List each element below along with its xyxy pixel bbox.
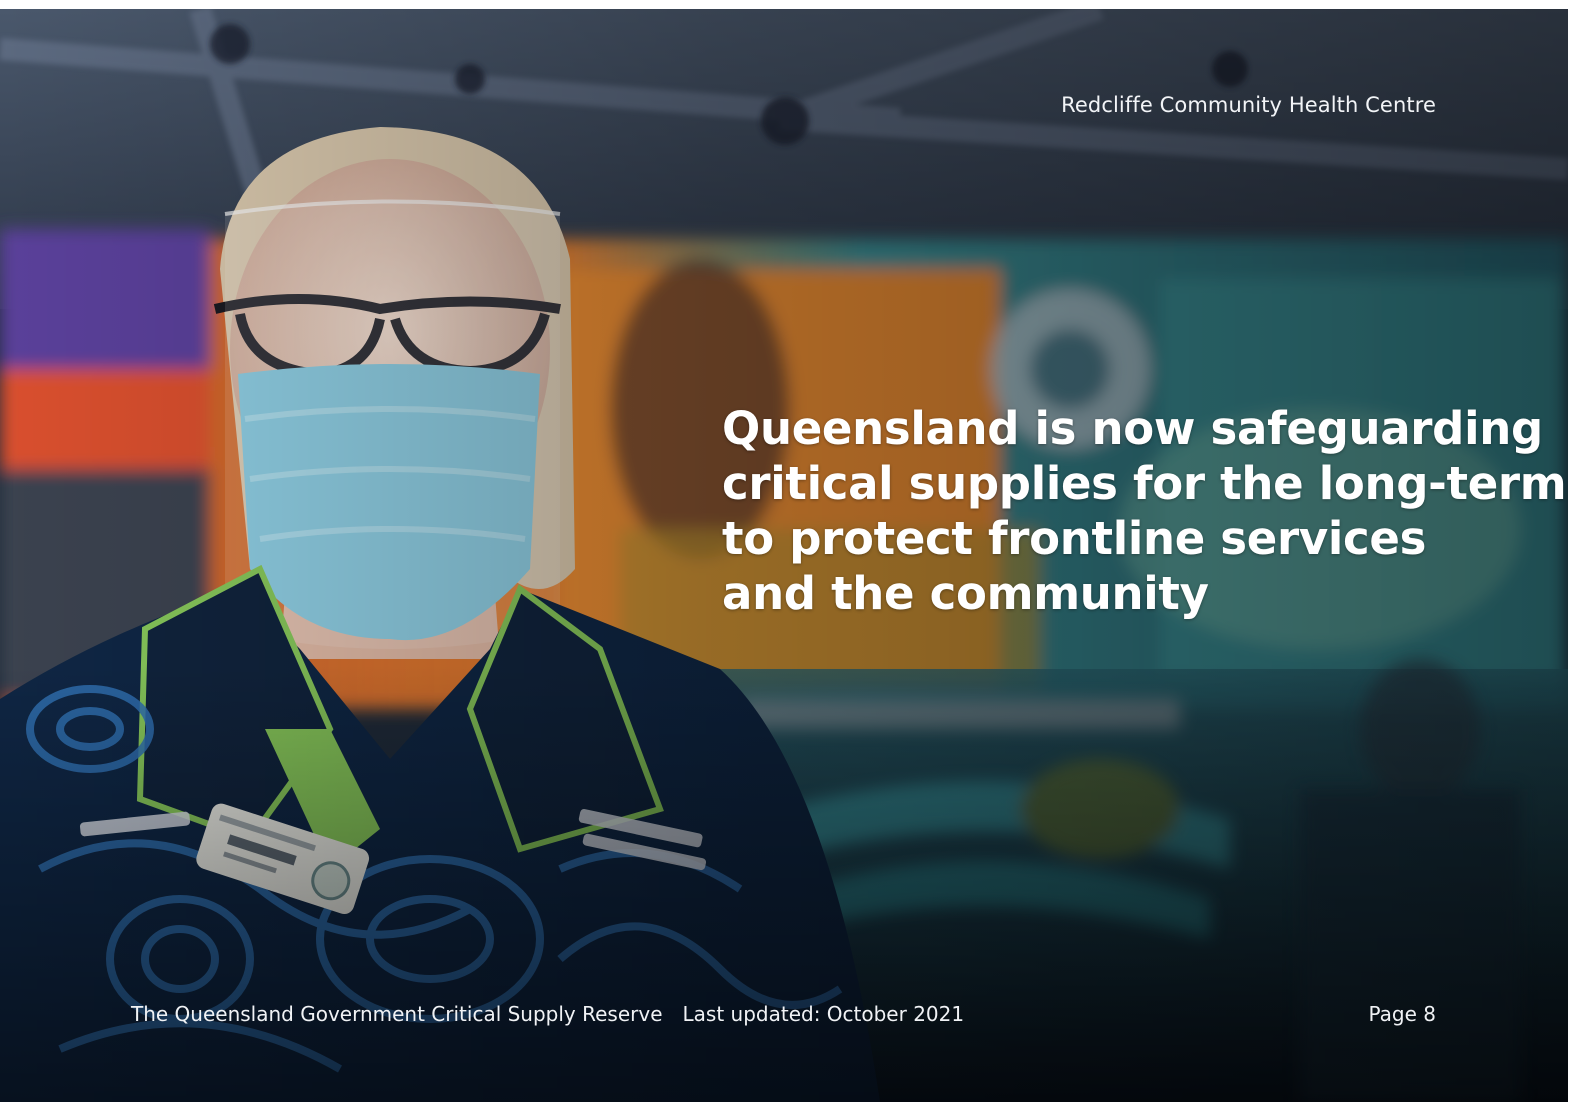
document-page: Redcliffe Community Health Centre Queens…	[0, 9, 1568, 1102]
photo-location-caption: Redcliffe Community Health Centre	[1061, 93, 1436, 117]
headline-line: and the community	[722, 567, 1209, 620]
page-number: Page 8	[1368, 1002, 1437, 1026]
last-updated: Last updated: October 2021	[682, 1002, 965, 1026]
headline-line: critical supplies for the long-term	[722, 457, 1567, 510]
headline: Queensland is now safeguarding critical …	[722, 401, 1567, 621]
headline-line: Queensland is now safeguarding	[722, 402, 1543, 455]
headline-line: to protect frontline services	[722, 512, 1427, 565]
page-footer: The Queensland Government Critical Suppl…	[131, 1002, 1436, 1026]
document-title: The Queensland Government Critical Suppl…	[131, 1002, 663, 1026]
